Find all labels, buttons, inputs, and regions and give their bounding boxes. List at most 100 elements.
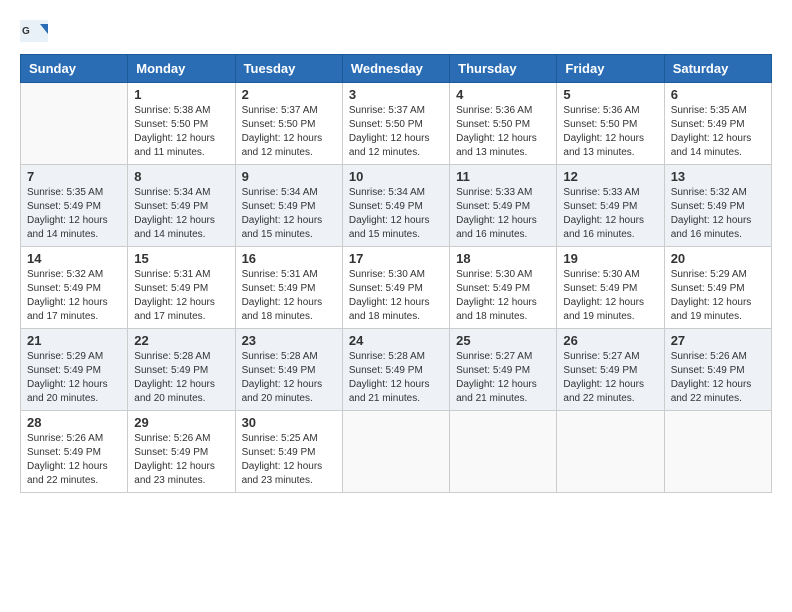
- calendar-cell: 17 Sunrise: 5:30 AM Sunset: 5:49 PM Dayli…: [342, 247, 449, 329]
- calendar-cell: 25 Sunrise: 5:27 AM Sunset: 5:49 PM Dayli…: [450, 329, 557, 411]
- calendar-week-row: 7 Sunrise: 5:35 AM Sunset: 5:49 PM Daylig…: [21, 165, 772, 247]
- day-number: 9: [242, 169, 336, 184]
- day-info: Sunrise: 5:35 AM Sunset: 5:49 PM Dayligh…: [27, 186, 121, 242]
- page-header: G: [20, 20, 772, 44]
- calendar-cell: 11Sunrise: 5:33 AM Sunset: 5:49 PM Dayli…: [450, 165, 557, 247]
- calendar-cell: 29Sunrise: 5:26 AM Sunset: 5:49 PM Dayli…: [128, 411, 235, 493]
- day-number: 11: [456, 169, 550, 184]
- day-info: Sunrise: 5:26 AM Sunset: 5:49 PM Dayligh…: [134, 432, 228, 488]
- day-info: Sunrise: 5:26 AM Sunset: 5:49 PM Dayligh…: [671, 350, 765, 406]
- day-number: 8: [134, 169, 228, 184]
- day-info: Sunrise: 5:30 AM Sunset: 5:49 PM Dayligh…: [349, 268, 443, 324]
- weekday-header-friday: Friday: [557, 55, 664, 83]
- day-number: 28: [27, 415, 121, 430]
- calendar-cell: 4 Sunrise: 5:36 AM Sunset: 5:50 PM Daylig…: [450, 83, 557, 165]
- calendar-cell: [450, 411, 557, 493]
- calendar-cell: [21, 83, 128, 165]
- day-number: 24: [349, 333, 443, 348]
- day-info: Sunrise: 5:34 AM Sunset: 5:49 PM Dayligh…: [242, 186, 336, 242]
- calendar-cell: 16 Sunrise: 5:31 AM Sunset: 5:49 PM Dayli…: [235, 247, 342, 329]
- day-number: 10: [349, 169, 443, 184]
- day-info: Sunrise: 5:35 AM Sunset: 5:49 PM Dayligh…: [671, 104, 765, 160]
- day-info: Sunrise: 5:29 AM Sunset: 5:49 PM Dayligh…: [671, 268, 765, 324]
- calendar-cell: 6 Sunrise: 5:35 AM Sunset: 5:49 PM Daylig…: [664, 83, 771, 165]
- calendar-cell: [664, 411, 771, 493]
- day-info: Sunrise: 5:30 AM Sunset: 5:49 PM Dayligh…: [563, 268, 657, 324]
- day-number: 6: [671, 87, 765, 102]
- calendar-cell: 13 Sunrise: 5:32 AM Sunset: 5:49 PM Dayli…: [664, 165, 771, 247]
- logo-icon: G: [20, 20, 50, 44]
- day-info: Sunrise: 5:27 AM Sunset: 5:49 PM Dayligh…: [456, 350, 550, 406]
- calendar-week-row: 1 Sunrise: 5:38 AM Sunset: 5:50 PM Daylig…: [21, 83, 772, 165]
- calendar-cell: 12Sunrise: 5:33 AM Sunset: 5:49 PM Dayli…: [557, 165, 664, 247]
- weekday-header-tuesday: Tuesday: [235, 55, 342, 83]
- day-info: Sunrise: 5:37 AM Sunset: 5:50 PM Dayligh…: [349, 104, 443, 160]
- weekday-header-saturday: Saturday: [664, 55, 771, 83]
- day-number: 30: [242, 415, 336, 430]
- svg-text:G: G: [22, 26, 30, 37]
- day-number: 13: [671, 169, 765, 184]
- calendar-cell: 15 Sunrise: 5:31 AM Sunset: 5:49 PM Dayli…: [128, 247, 235, 329]
- calendar-cell: 22 Sunrise: 5:28 AM Sunset: 5:49 PM Dayli…: [128, 329, 235, 411]
- day-number: 1: [134, 87, 228, 102]
- day-number: 25: [456, 333, 550, 348]
- calendar-cell: 30 Sunrise: 5:25 AM Sunset: 5:49 PM Dayli…: [235, 411, 342, 493]
- day-info: Sunrise: 5:31 AM Sunset: 5:49 PM Dayligh…: [242, 268, 336, 324]
- day-info: Sunrise: 5:38 AM Sunset: 5:50 PM Dayligh…: [134, 104, 228, 160]
- calendar-cell: 1 Sunrise: 5:38 AM Sunset: 5:50 PM Daylig…: [128, 83, 235, 165]
- day-info: Sunrise: 5:34 AM Sunset: 5:49 PM Dayligh…: [349, 186, 443, 242]
- day-number: 22: [134, 333, 228, 348]
- weekday-header-wednesday: Wednesday: [342, 55, 449, 83]
- day-info: Sunrise: 5:37 AM Sunset: 5:50 PM Dayligh…: [242, 104, 336, 160]
- day-number: 16: [242, 251, 336, 266]
- day-number: 5: [563, 87, 657, 102]
- calendar-cell: 20Sunrise: 5:29 AM Sunset: 5:49 PM Dayli…: [664, 247, 771, 329]
- calendar-cell: 23Sunrise: 5:28 AM Sunset: 5:49 PM Dayli…: [235, 329, 342, 411]
- calendar-cell: 19 Sunrise: 5:30 AM Sunset: 5:49 PM Dayli…: [557, 247, 664, 329]
- calendar-cell: [342, 411, 449, 493]
- weekday-header-monday: Monday: [128, 55, 235, 83]
- day-info: Sunrise: 5:27 AM Sunset: 5:49 PM Dayligh…: [563, 350, 657, 406]
- day-number: 17: [349, 251, 443, 266]
- day-info: Sunrise: 5:32 AM Sunset: 5:49 PM Dayligh…: [27, 268, 121, 324]
- day-info: Sunrise: 5:31 AM Sunset: 5:49 PM Dayligh…: [134, 268, 228, 324]
- day-info: Sunrise: 5:28 AM Sunset: 5:49 PM Dayligh…: [134, 350, 228, 406]
- day-info: Sunrise: 5:25 AM Sunset: 5:49 PM Dayligh…: [242, 432, 336, 488]
- day-info: Sunrise: 5:26 AM Sunset: 5:49 PM Dayligh…: [27, 432, 121, 488]
- calendar-cell: 28 Sunrise: 5:26 AM Sunset: 5:49 PM Dayli…: [21, 411, 128, 493]
- calendar-cell: 5 Sunrise: 5:36 AM Sunset: 5:50 PM Daylig…: [557, 83, 664, 165]
- day-info: Sunrise: 5:29 AM Sunset: 5:49 PM Dayligh…: [27, 350, 121, 406]
- day-number: 18: [456, 251, 550, 266]
- calendar-cell: 27Sunrise: 5:26 AM Sunset: 5:49 PM Dayli…: [664, 329, 771, 411]
- calendar-cell: [557, 411, 664, 493]
- day-number: 4: [456, 87, 550, 102]
- calendar-cell: 8 Sunrise: 5:34 AM Sunset: 5:49 PM Daylig…: [128, 165, 235, 247]
- calendar-week-row: 14 Sunrise: 5:32 AM Sunset: 5:49 PM Dayli…: [21, 247, 772, 329]
- calendar-cell: 2Sunrise: 5:37 AM Sunset: 5:50 PM Daylig…: [235, 83, 342, 165]
- day-number: 14: [27, 251, 121, 266]
- day-info: Sunrise: 5:30 AM Sunset: 5:49 PM Dayligh…: [456, 268, 550, 324]
- day-number: 26: [563, 333, 657, 348]
- weekday-header-sunday: Sunday: [21, 55, 128, 83]
- weekday-header-row: SundayMondayTuesdayWednesdayThursdayFrid…: [21, 55, 772, 83]
- calendar-cell: 24 Sunrise: 5:28 AM Sunset: 5:49 PM Dayli…: [342, 329, 449, 411]
- calendar-week-row: 28 Sunrise: 5:26 AM Sunset: 5:49 PM Dayli…: [21, 411, 772, 493]
- logo: G: [20, 20, 54, 44]
- day-number: 3: [349, 87, 443, 102]
- day-number: 7: [27, 169, 121, 184]
- day-number: 12: [563, 169, 657, 184]
- day-info: Sunrise: 5:34 AM Sunset: 5:49 PM Dayligh…: [134, 186, 228, 242]
- calendar-cell: 7 Sunrise: 5:35 AM Sunset: 5:49 PM Daylig…: [21, 165, 128, 247]
- day-info: Sunrise: 5:28 AM Sunset: 5:49 PM Dayligh…: [349, 350, 443, 406]
- calendar-cell: 21 Sunrise: 5:29 AM Sunset: 5:49 PM Dayli…: [21, 329, 128, 411]
- day-info: Sunrise: 5:36 AM Sunset: 5:50 PM Dayligh…: [456, 104, 550, 160]
- day-number: 19: [563, 251, 657, 266]
- calendar-table: SundayMondayTuesdayWednesdayThursdayFrid…: [20, 54, 772, 493]
- day-number: 15: [134, 251, 228, 266]
- calendar-week-row: 21 Sunrise: 5:29 AM Sunset: 5:49 PM Dayli…: [21, 329, 772, 411]
- day-info: Sunrise: 5:32 AM Sunset: 5:49 PM Dayligh…: [671, 186, 765, 242]
- day-number: 21: [27, 333, 121, 348]
- day-info: Sunrise: 5:36 AM Sunset: 5:50 PM Dayligh…: [563, 104, 657, 160]
- calendar-cell: 18 Sunrise: 5:30 AM Sunset: 5:49 PM Dayli…: [450, 247, 557, 329]
- day-number: 23: [242, 333, 336, 348]
